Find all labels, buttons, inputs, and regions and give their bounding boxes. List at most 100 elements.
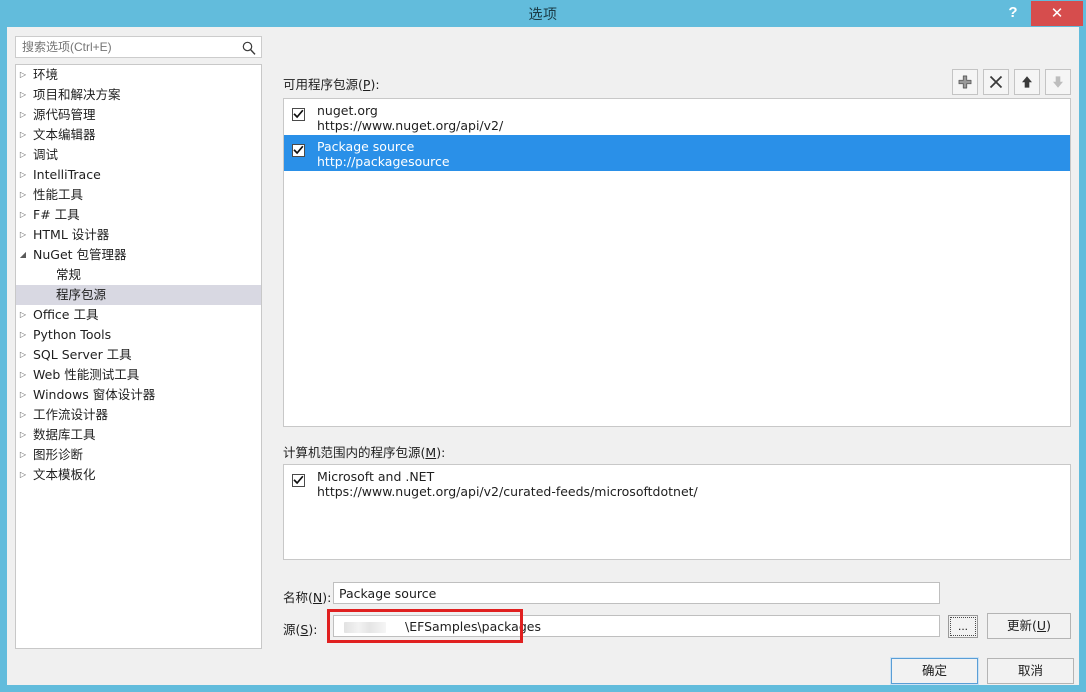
window-title: 选项 bbox=[528, 7, 558, 23]
tree-item[interactable]: ▷ 性能工具 bbox=[16, 185, 261, 205]
tree-item-label: 工作流设计器 bbox=[33, 407, 109, 422]
tree-item-label: SQL Server 工具 bbox=[33, 347, 132, 362]
package-source-row[interactable]: nuget.org https://www.nuget.org/api/v2/ bbox=[284, 99, 1070, 135]
tree-item-label: 文本模板化 bbox=[33, 467, 96, 482]
tree-item[interactable]: ▷ 环境 bbox=[16, 65, 261, 85]
chevron-right-icon[interactable]: ▷ bbox=[16, 305, 30, 325]
dialog-client-area: ▷环境▷项目和解决方案▷源代码管理▷文本编辑器▷调试▷IntelliTrace▷… bbox=[7, 27, 1079, 685]
source-name: Package source bbox=[317, 139, 415, 154]
tree-item-label: 文本编辑器 bbox=[33, 127, 96, 142]
tree-item[interactable]: ▷ Python Tools bbox=[16, 325, 261, 345]
available-sources-list[interactable]: nuget.org https://www.nuget.org/api/v2/Pa… bbox=[283, 98, 1071, 427]
available-sources-label: 可用程序包源(P): bbox=[283, 77, 380, 92]
tree-item-label: Windows 窗体设计器 bbox=[33, 387, 156, 402]
tree-item-label: Python Tools bbox=[33, 327, 112, 342]
search-options-box[interactable] bbox=[15, 36, 262, 58]
browse-button[interactable]: ... bbox=[948, 615, 978, 638]
tree-item-label: 环境 bbox=[33, 67, 59, 82]
tree-item[interactable]: ▷ HTML 设计器 bbox=[16, 225, 261, 245]
tree-item-label: 项目和解决方案 bbox=[33, 87, 121, 102]
chevron-right-icon[interactable]: ▷ bbox=[16, 165, 30, 185]
chevron-right-icon[interactable]: ▷ bbox=[16, 405, 30, 425]
ok-button[interactable]: 确定 bbox=[891, 658, 978, 684]
move-down-button[interactable] bbox=[1045, 69, 1071, 95]
chevron-right-icon[interactable]: ▷ bbox=[16, 225, 30, 245]
source-enabled-checkbox[interactable] bbox=[292, 474, 305, 487]
move-up-button[interactable] bbox=[1014, 69, 1040, 95]
source-field-wrapper[interactable] bbox=[333, 615, 940, 637]
machine-sources-label: 计算机范围内的程序包源(M): bbox=[283, 445, 446, 460]
package-source-row[interactable]: Package source http://packagesource bbox=[284, 135, 1070, 171]
chevron-right-icon[interactable]: ▷ bbox=[16, 145, 30, 165]
tree-item-label: 程序包源 bbox=[56, 287, 107, 302]
machine-wide-sources-list[interactable]: Microsoft and .NET https://www.nuget.org/… bbox=[283, 464, 1071, 560]
chevron-right-icon[interactable]: ▷ bbox=[16, 425, 30, 445]
cancel-button[interactable]: 取消 bbox=[987, 658, 1074, 684]
chevron-right-icon[interactable]: ▷ bbox=[16, 345, 30, 365]
name-field-wrapper[interactable] bbox=[333, 582, 940, 604]
tree-item-label: NuGet 包管理器 bbox=[33, 247, 127, 262]
name-field-label: 名称(N): bbox=[283, 590, 332, 605]
add-source-button[interactable] bbox=[952, 69, 978, 95]
tree-item[interactable]: ▷ Web 性能测试工具 bbox=[16, 365, 261, 385]
source-url: http://packagesource bbox=[317, 154, 450, 169]
chevron-right-icon[interactable]: ▷ bbox=[16, 105, 30, 125]
tree-item[interactable]: ▷ Windows 窗体设计器 bbox=[16, 385, 261, 405]
tree-item-label: 图形诊断 bbox=[33, 447, 84, 462]
tree-item[interactable]: ◢ NuGet 包管理器 bbox=[16, 245, 261, 265]
chevron-right-icon[interactable]: ▷ bbox=[16, 185, 30, 205]
tree-item[interactable]: 常规 bbox=[16, 265, 261, 285]
tree-item[interactable]: ▷ 工作流设计器 bbox=[16, 405, 261, 425]
chevron-right-icon[interactable]: ▷ bbox=[16, 325, 30, 345]
chevron-right-icon[interactable]: ▷ bbox=[16, 465, 30, 485]
tree-item[interactable]: ▷ 项目和解决方案 bbox=[16, 85, 261, 105]
tree-item-label: 常规 bbox=[56, 267, 82, 282]
chevron-down-icon[interactable]: ◢ bbox=[16, 245, 30, 265]
tree-item[interactable]: ▷ 文本编辑器 bbox=[16, 125, 261, 145]
source-enabled-checkbox[interactable] bbox=[292, 108, 305, 121]
name-input[interactable] bbox=[339, 586, 929, 601]
tree-item-label: 性能工具 bbox=[33, 187, 84, 202]
tree-item-label: IntelliTrace bbox=[33, 167, 101, 182]
tree-item-label: 数据库工具 bbox=[33, 427, 96, 442]
tree-item[interactable]: ▷ SQL Server 工具 bbox=[16, 345, 261, 365]
source-text-block: nuget.org https://www.nuget.org/api/v2/ bbox=[317, 103, 1070, 133]
chevron-right-icon[interactable]: ▷ bbox=[16, 365, 30, 385]
tree-item[interactable]: ▷ F# 工具 bbox=[16, 205, 261, 225]
tree-item[interactable]: ▷ 调试 bbox=[16, 145, 261, 165]
close-icon[interactable]: ✕ bbox=[1031, 1, 1083, 26]
source-name: nuget.org bbox=[317, 103, 378, 118]
options-category-tree[interactable]: ▷ 环境 ▷ 项目和解决方案 ▷ 源代码管理 ▷ 文本编辑器 ▷ 调试 ▷ IntelliTrace ▷… bbox=[15, 64, 262, 649]
search-input[interactable] bbox=[22, 40, 232, 54]
help-icon[interactable]: ? bbox=[1000, 1, 1026, 25]
package-sources-pane: 可用程序包源(P): nuget.org https://www.nuget.o… bbox=[275, 27, 1079, 685]
tree-item[interactable]: ▷ 源代码管理 bbox=[16, 105, 261, 125]
package-source-row[interactable]: Microsoft and .NET https://www.nuget.org/… bbox=[284, 465, 1070, 501]
remove-source-button[interactable] bbox=[983, 69, 1009, 95]
tree-item-label: 调试 bbox=[33, 147, 59, 162]
tree-item[interactable]: ▷ Office 工具 bbox=[16, 305, 261, 325]
tree-item[interactable]: ▷ 文本模板化 bbox=[16, 465, 261, 485]
chevron-right-icon[interactable]: ▷ bbox=[16, 445, 30, 465]
tree-item-label: 源代码管理 bbox=[33, 107, 96, 122]
chevron-right-icon[interactable]: ▷ bbox=[16, 85, 30, 105]
tree-item[interactable]: ▷ 图形诊断 bbox=[16, 445, 261, 465]
source-name: Microsoft and .NET bbox=[317, 469, 435, 484]
chevron-right-icon[interactable]: ▷ bbox=[16, 125, 30, 145]
chevron-right-icon[interactable]: ▷ bbox=[16, 385, 30, 405]
tree-item-label: F# 工具 bbox=[33, 207, 80, 222]
source-url: https://www.nuget.org/api/v2/ bbox=[317, 118, 504, 133]
source-field-label: 源(S): bbox=[283, 622, 318, 637]
chevron-right-icon[interactable]: ▷ bbox=[16, 65, 30, 85]
update-button[interactable]: 更新(U) bbox=[987, 613, 1071, 639]
source-input[interactable] bbox=[339, 619, 929, 634]
source-url: https://www.nuget.org/api/v2/curated-fee… bbox=[317, 484, 698, 499]
tree-item-selected[interactable]: 程序包源 bbox=[16, 285, 261, 305]
tree-item[interactable]: ▷ 数据库工具 bbox=[16, 425, 261, 445]
source-text-block: Microsoft and .NET https://www.nuget.org/… bbox=[317, 469, 1070, 499]
options-dialog-window: 选项 ? ✕ ▷环境▷项目和解决方案▷源代码管理▷文本编辑器▷调试▷Intell… bbox=[0, 0, 1086, 692]
source-enabled-checkbox[interactable] bbox=[292, 144, 305, 157]
tree-item[interactable]: ▷ IntelliTrace bbox=[16, 165, 261, 185]
chevron-right-icon[interactable]: ▷ bbox=[16, 205, 30, 225]
tree-item-label: Web 性能测试工具 bbox=[33, 367, 140, 382]
